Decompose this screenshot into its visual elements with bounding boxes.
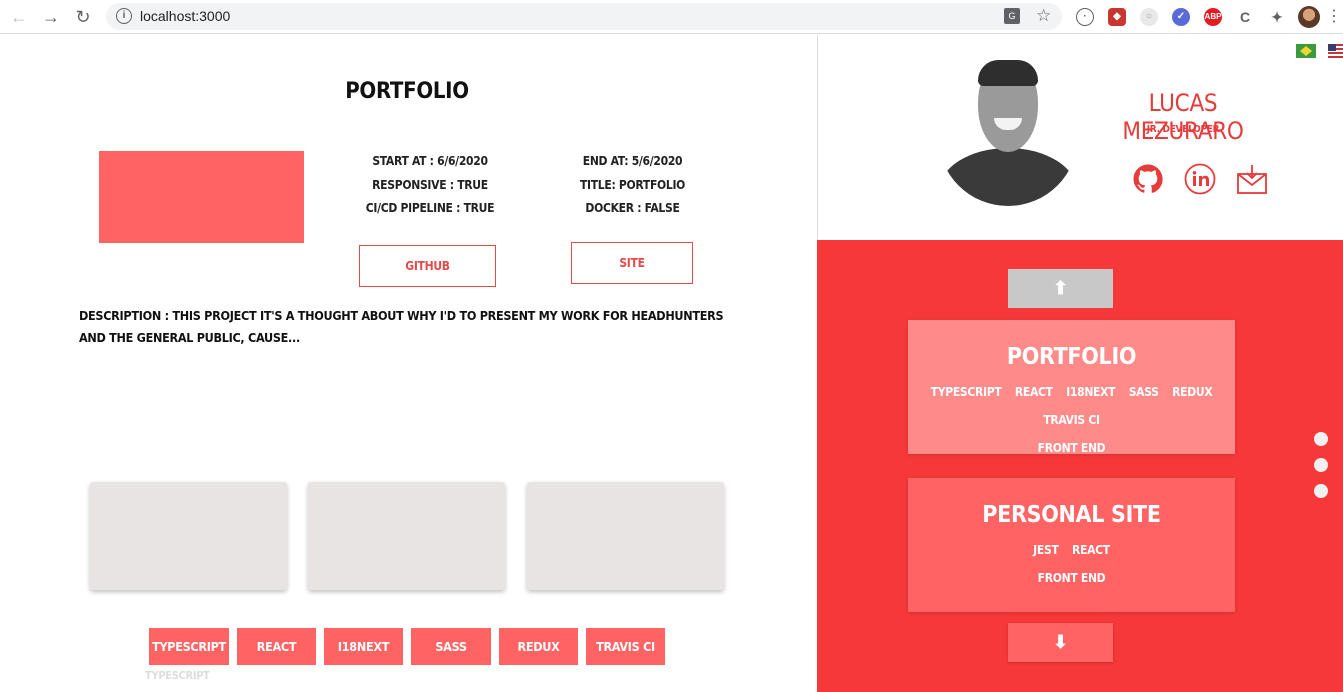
ext-a-icon[interactable]: · (1076, 8, 1094, 26)
tech-tag: TRAVIS CI (586, 628, 665, 665)
responsive-field: RESPONSIVE : TRUE (372, 177, 488, 192)
end-date: END AT: 5/6/2020 (582, 154, 683, 168)
tech-tag: SASS (411, 628, 491, 665)
faded-tag-text: TYPESCRIPT (145, 669, 210, 682)
profile-role: JR. DEVELOPER (1146, 124, 1220, 135)
brazil-flag-icon[interactable] (1296, 44, 1316, 58)
card-title: PORTFOLIO (1006, 344, 1137, 370)
card-tech: I18NEXT (1066, 385, 1116, 399)
url-text[interactable]: localhost:3000 (140, 8, 230, 24)
projects-carousel: ⬆ PORTFOLIO TYPESCRIPT REACT I18NEXT SAS… (817, 240, 1343, 692)
project-thumbnail[interactable] (527, 482, 724, 590)
profile-photo (938, 60, 1078, 206)
tech-tag: TYPESCRIPT (149, 628, 229, 665)
card-tech: REDUX (1172, 385, 1213, 399)
pagination-dot[interactable] (1314, 458, 1328, 472)
project-title: PORTFOLIO (345, 79, 469, 104)
forward-arrow-icon[interactable]: → (40, 6, 62, 28)
title-field: TITLE: PORTFOLIO (579, 177, 686, 192)
tech-tags: TYPESCRIPT REACT I18NEXT SASS REDUX TRAV… (149, 628, 665, 665)
pagination-dots (1314, 432, 1328, 510)
card-tech: TRAVIS CI (1043, 413, 1100, 427)
tech-tag: REDUX (499, 628, 578, 665)
cicd-field: CI/CD PIPELINE : TRUE (365, 201, 495, 215)
browser-toolbar: ← → ↻ i localhost:3000 G ☆ · ◆ ○ ✓ ABP C… (0, 0, 1343, 34)
tech-tag: REACT (237, 628, 316, 665)
ext-c-icon[interactable]: ○ (1140, 8, 1158, 26)
card-title: PERSONAL SITE (982, 502, 1161, 528)
linkedin-icon[interactable] (1184, 163, 1216, 195)
project-thumbnail[interactable] (90, 482, 287, 590)
card-tech: TYPESCRIPT (930, 385, 1002, 399)
project-description: DESCRIPTION : THIS PROJECT IT'S A THOUGH… (79, 308, 724, 345)
reload-icon[interactable]: ↻ (72, 6, 94, 28)
card-tech: SASS (1128, 385, 1159, 399)
scroll-up-button[interactable]: ⬆ (1008, 269, 1113, 308)
ext-f-icon[interactable]: C (1236, 8, 1254, 26)
profile-name: LUCAS MEZURARO (1122, 89, 1244, 145)
github-button[interactable]: GITHUB (359, 245, 496, 287)
pagination-dot[interactable] (1314, 484, 1328, 498)
card-techs: TYPESCRIPT REACT I18NEXT SASS REDUX TRAV… (908, 378, 1235, 462)
project-info-left: START AT : 6/6/2020 RESPONSIVE : TRUE CI… (350, 150, 510, 221)
profile-avatar-icon[interactable] (1298, 6, 1320, 28)
ext-b-icon[interactable]: ◆ (1108, 8, 1126, 26)
card-tech: REACT (1014, 385, 1053, 399)
ext-d-icon[interactable]: ✓ (1172, 8, 1190, 26)
translate-icon[interactable]: G (1004, 8, 1020, 24)
card-tech: JEST (1033, 543, 1059, 557)
card-area: FRONT END (1037, 441, 1106, 455)
start-date: START AT : 6/6/2020 (372, 154, 488, 168)
ext-e-icon[interactable]: ABP (1204, 8, 1222, 26)
address-bar[interactable]: i localhost:3000 G ☆ (106, 3, 1062, 30)
project-card-personal-site[interactable]: PERSONAL SITE JEST REACT FRONT END (908, 478, 1235, 612)
project-details-panel: PORTFOLIO START AT : 6/6/2020 RESPONSIVE… (0, 35, 817, 692)
card-techs: JEST REACT FRONT END (908, 536, 1235, 592)
profile-header: LUCAS MEZURARO JR. DEVELOPER (817, 35, 1343, 240)
usa-flag-icon[interactable] (1328, 44, 1343, 58)
project-card-portfolio[interactable]: PORTFOLIO TYPESCRIPT REACT I18NEXT SASS … (908, 320, 1235, 455)
card-tech: REACT (1071, 543, 1110, 557)
back-arrow-icon[interactable]: ← (8, 6, 30, 28)
project-thumbnail[interactable] (308, 482, 505, 590)
github-icon[interactable] (1132, 163, 1164, 195)
pagination-dot[interactable] (1314, 432, 1328, 446)
tech-tag: I18NEXT (324, 628, 403, 665)
card-area: FRONT END (1037, 571, 1106, 585)
bookmark-star-icon[interactable]: ☆ (1036, 6, 1051, 26)
scroll-down-button[interactable]: ⬇ (1008, 623, 1113, 662)
docker-field: DOCKER : FALSE (585, 201, 680, 215)
puzzle-icon[interactable]: ✦ (1268, 8, 1286, 26)
info-icon[interactable]: i (116, 8, 132, 24)
menu-dots-icon[interactable]: ⋮ (1326, 6, 1342, 28)
site-button[interactable]: SITE (571, 242, 693, 284)
email-icon[interactable] (1236, 163, 1268, 195)
project-info-right: END AT: 5/6/2020 TITLE: PORTFOLIO DOCKER… (560, 150, 705, 221)
project-image (99, 151, 304, 243)
